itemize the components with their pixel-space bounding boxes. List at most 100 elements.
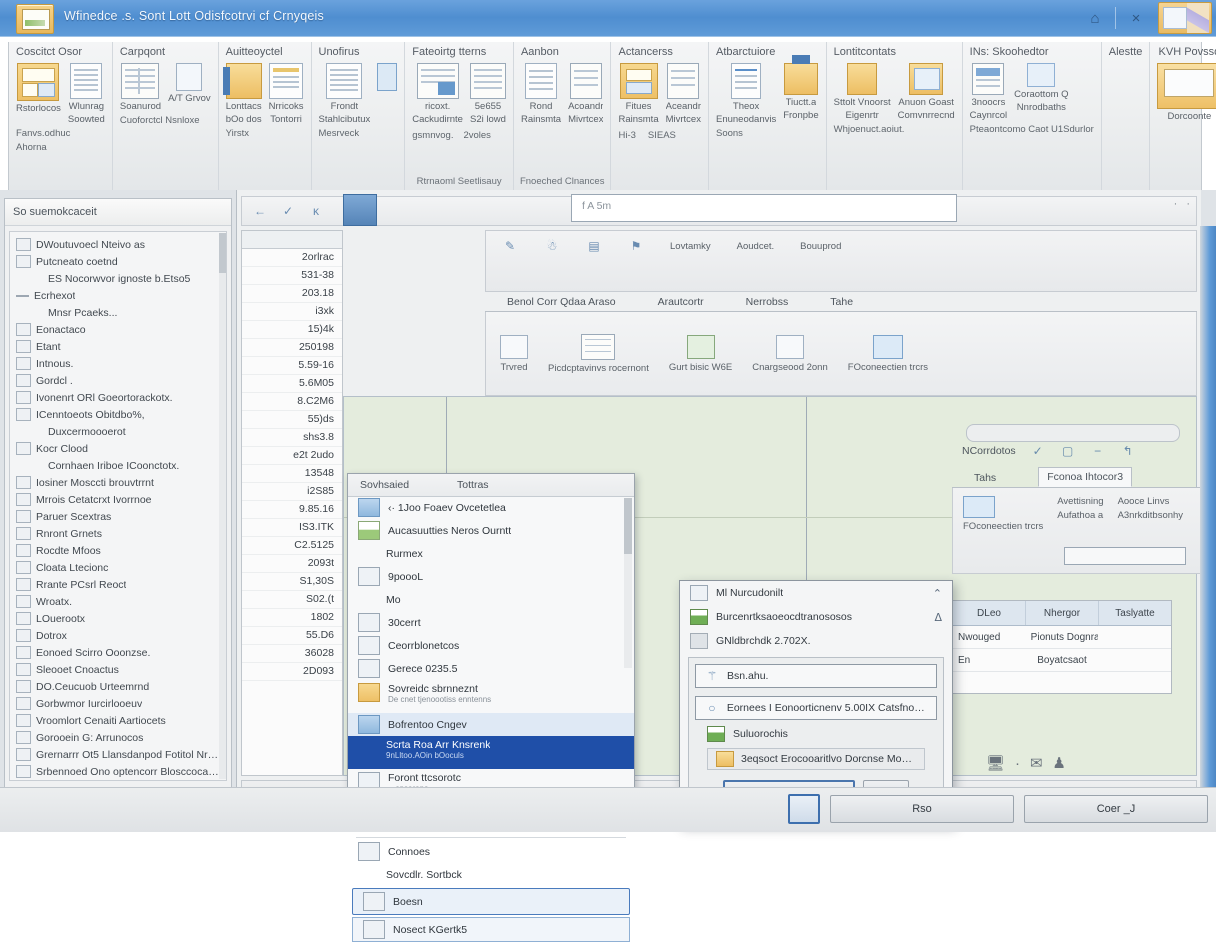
- ribbon-button-calc[interactable]: 5e655 S2i lowd: [470, 63, 506, 125]
- ribbon-button-gold-table[interactable]: Rstorlocos: [16, 63, 61, 114]
- table-column-header[interactable]: DLeo: [953, 601, 1026, 625]
- spreadsheet-cell[interactable]: i2S85: [242, 483, 342, 501]
- address-bar[interactable]: f A 5m: [571, 194, 957, 222]
- nav-item-18[interactable]: Rocdte Mfoos: [12, 542, 224, 559]
- spreadsheet-cell[interactable]: C2.5125: [242, 537, 342, 555]
- nav-item-29[interactable]: Gorooein G: Arrunocos: [12, 729, 224, 746]
- nav-item-23[interactable]: Dotrox: [12, 627, 224, 644]
- kappa-icon[interactable]: κ: [308, 204, 324, 218]
- ribbon-button-gold-pages[interactable]: Fitues Rainsmta: [618, 63, 658, 125]
- right-tab-strip[interactable]: TahsFconoa Ihtocor3: [952, 466, 1200, 488]
- ribbon-button-pen[interactable]: A/T Grvov: [168, 63, 211, 104]
- menu-item-16[interactable]: Nosect KGertk5: [352, 917, 630, 942]
- spreadsheet-cell[interactable]: 250198: [242, 339, 342, 357]
- scrollbar-thumb[interactable]: [624, 498, 632, 554]
- inner-tab-0[interactable]: Benol Corr Qdaa Araso: [499, 293, 624, 311]
- spreadsheet-cell[interactable]: 203.18: [242, 285, 342, 303]
- table-column-header[interactable]: Nhergor: [1026, 601, 1099, 625]
- spreadsheet-cell[interactable]: 8.C2M6: [242, 393, 342, 411]
- door-icon[interactable]: ▢: [1060, 444, 1076, 458]
- ribbon-button-lines[interactable]: Frondt Stahlcibutux: [319, 63, 371, 125]
- ribbon-button-table-blue[interactable]: ricoxt. Cackudirnte: [412, 63, 463, 125]
- navigation-scrollbar[interactable]: [219, 233, 226, 779]
- menu-item-7[interactable]: Gerece 0235.5: [348, 657, 634, 680]
- spreadsheet-cell[interactable]: 9.85.16: [242, 501, 342, 519]
- inner-tab-2[interactable]: Nerrobss: [738, 293, 797, 311]
- menu-item-4[interactable]: Mo: [348, 588, 634, 611]
- ribbon-extra-row[interactable]: Cuoforctcl Nsnloxe: [120, 115, 211, 126]
- right-tab-1[interactable]: Fconoa Ihtocor3: [1038, 467, 1132, 487]
- minus-icon[interactable]: −: [1090, 444, 1106, 458]
- spreadsheet-cell[interactable]: 5.59-16: [242, 357, 342, 375]
- help-icon[interactable]: ⌂: [1075, 3, 1115, 33]
- spreadsheet-cell[interactable]: 55)ds: [242, 411, 342, 429]
- menu-item-13[interactable]: Connoes: [348, 840, 634, 863]
- spreadsheet-cell[interactable]: e2t 2udo: [242, 447, 342, 465]
- footer-button-primary[interactable]: Rso: [830, 795, 1014, 823]
- ribbon-button-grid4[interactable]: Anuon Goast Comvnrrecnd: [898, 63, 955, 121]
- ribbon-extra-row[interactable]: Pteaontcomo Caot U1Sdurlor: [970, 124, 1094, 135]
- monitor-icon[interactable]: 🖥: [986, 754, 1005, 772]
- nav-item-20[interactable]: Rrante PCsrl Reoct: [12, 576, 224, 593]
- spreadsheet-cell[interactable]: 36028: [242, 645, 342, 663]
- nav-item-8[interactable]: Gordcl .: [12, 372, 224, 389]
- close-icon[interactable]: ×: [1116, 3, 1156, 33]
- ribbon-button-grid3[interactable]: Aceandr Mivrtcex: [666, 63, 701, 125]
- nav-item-32[interactable]: Eutrntnvoucl Ilslot AMvchauenes: [12, 780, 224, 781]
- ribbon-extra-row[interactable]: Mesrveck: [319, 128, 398, 139]
- ribbon-button-grid[interactable]: Soanurod: [120, 63, 161, 112]
- nav-item-4[interactable]: Mnsr Pcaeks...: [12, 304, 224, 321]
- ribbon-extra-row[interactable]: SIEAS: [648, 130, 676, 141]
- right-card-split[interactable]: FOconeectien trcrs: [963, 496, 1043, 565]
- inner-tab-3[interactable]: Tahe: [822, 293, 861, 311]
- menu-item-3[interactable]: 9poooL: [348, 565, 634, 588]
- ribbon-button-gold-box[interactable]: Tiuctt.a Fronpbe: [783, 63, 818, 121]
- nav-item-0[interactable]: DWoutuvoecl Nteivo as: [12, 236, 224, 253]
- inner-ribbon-button-panel2[interactable]: Trvred: [500, 335, 528, 373]
- inner-tab-1[interactable]: Arautcortr: [650, 293, 712, 311]
- menu-item-5[interactable]: 30cerrt: [348, 611, 634, 634]
- ribbon-button-machine[interactable]: Sttolt Vnoorst Eigenrtr: [834, 63, 891, 121]
- menu-item-6[interactable]: Ceorrblonetcos: [348, 634, 634, 657]
- nav-item-3[interactable]: Ecrhexot: [12, 287, 224, 304]
- nav-item-17[interactable]: Rnront Grnets: [12, 525, 224, 542]
- document-active-tab[interactable]: [343, 194, 377, 226]
- dot-icon[interactable]: ·: [1015, 755, 1020, 772]
- nav-item-26[interactable]: DO.Ceucuob Urteemrnd: [12, 678, 224, 695]
- spreadsheet-column[interactable]: 2orlrac531-38203.18i3xk15)4k2501985.59-1…: [241, 230, 343, 776]
- nav-item-9[interactable]: Ivonenrt ORl Goeortorackotx.: [12, 389, 224, 406]
- ribbon-button-doc-blue[interactable]: Theox Enuneodanvis: [716, 63, 776, 125]
- ribbon-button-document-list[interactable]: Wlunrag Soowted: [68, 63, 105, 125]
- inner-tab-strip[interactable]: Benol Corr Qdaa Araso Arautcortr Nerrobss T…: [485, 290, 1197, 312]
- menu-item-9[interactable]: Bofrentoo Cngev: [348, 713, 634, 736]
- menu-scrollbar[interactable]: [624, 498, 632, 668]
- ribbon-checkbox-option[interactable]: 2voles: [463, 130, 490, 141]
- tag-icon[interactable]: ⚑: [628, 239, 644, 253]
- table-row[interactable]: NwougedPionuts Dognratoea I S'Ooog: [953, 626, 1171, 649]
- chevron-up-icon[interactable]: ⌃: [933, 587, 942, 600]
- nav-item-12[interactable]: Kocr Clood: [12, 440, 224, 457]
- ribbon-button-sheet[interactable]: Rond Rainsmta: [521, 63, 561, 125]
- spreadsheet-cell[interactable]: shs3.8: [242, 429, 342, 447]
- menu-item-15[interactable]: Boesn: [352, 888, 630, 915]
- dialog-sub-field[interactable]: 3eqsoct Erocooaritlvo Dorcnse Mooercatds: [707, 748, 925, 770]
- nav-item-2[interactable]: ES Nocorwvor ignoste b.Etso5: [12, 270, 224, 287]
- ribbon-button-grid2[interactable]: Acoandr Mivrtcex: [568, 63, 603, 125]
- inner-ribbon-button-chart[interactable]: Cnargseood 2onn: [752, 335, 828, 373]
- inner-ribbon-button-tree[interactable]: Gurt bisic W6E: [669, 335, 732, 373]
- menu-item-14[interactable]: Sovcdlr. Sortbck: [348, 863, 634, 886]
- menu-item-list[interactable]: ‹· 1Joo Foaev OvcetetleaAucasuutties Ner…: [348, 496, 634, 814]
- dialog-row-2[interactable]: GNldbrchdk 2.702X.: [680, 629, 952, 653]
- ribbon-button-envelope-gold[interactable]: Dorcoonte: [1157, 63, 1216, 122]
- pen-blue-icon[interactable]: ✎: [502, 239, 518, 253]
- inner-ribbon-button-split[interactable]: FOconeectien trcrs: [848, 335, 928, 373]
- nav-item-30[interactable]: Grernarrr Ot5 Llansdanpod Fotitol Nrllag…: [12, 746, 224, 763]
- inner-ribbon-button-rows2[interactable]: Picdcptavinvs rocernont: [548, 334, 649, 374]
- scrollbar-thumb[interactable]: [219, 233, 226, 273]
- menu-item-10[interactable]: Scrta Roa Arr Knsrenk9nLltoo.AOin bOocul…: [348, 736, 634, 769]
- dialog-main-option[interactable]: ○ Eornees I Eonoorticnenv 5.00IX Catsfno…: [695, 696, 937, 720]
- spreadsheet-cell[interactable]: 2093t: [242, 555, 342, 573]
- nav-item-15[interactable]: Mrrois Cetatcrxt Ivorrnoe: [12, 491, 224, 508]
- nav-item-7[interactable]: Intnous.: [12, 355, 224, 372]
- nav-item-16[interactable]: Paruer Scextras: [12, 508, 224, 525]
